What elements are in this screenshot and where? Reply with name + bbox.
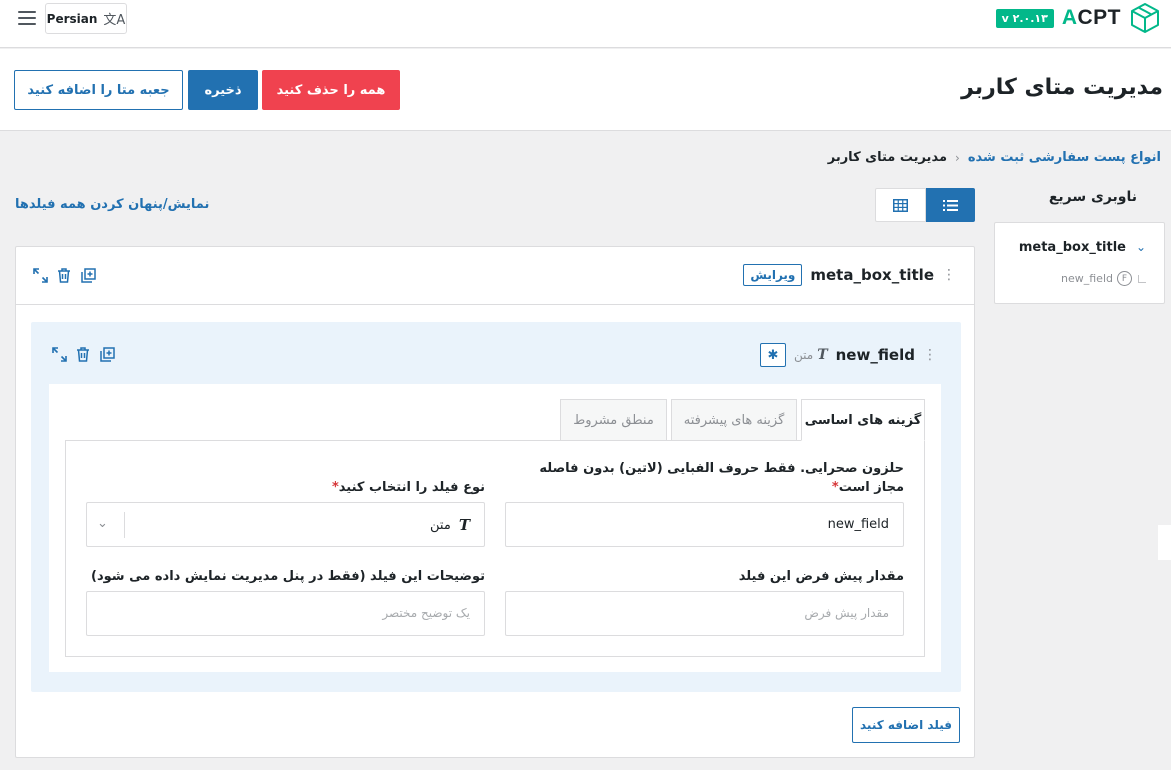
field-type-label: متن [794, 348, 814, 362]
table-grid-icon [893, 198, 908, 212]
trash-icon[interactable] [56, 267, 72, 283]
meta-box-title-row: ⋮ meta_box_title ویرایش [743, 264, 956, 286]
quick-nav-field-link[interactable]: new_field F [1061, 271, 1146, 286]
field-actions [51, 346, 115, 362]
show-hide-all-fields-link[interactable]: نمایش/پنهان کردن همه فیلدها [15, 197, 209, 212]
field-card: ⋮ new_field T متن ✱ گزینه های اساسی گزین… [31, 322, 961, 692]
basic-options-panel: حلزون صحرایی. فقط حروف الفبایی (لاتین) ب… [65, 440, 925, 657]
field-title: new_field [835, 346, 915, 364]
add-field-button[interactable]: فیلد اضافه کنید [852, 707, 960, 743]
field-type-select-value: T متن [430, 516, 470, 534]
default-value-label: مقدار پیش فرض این فیلد [738, 569, 904, 584]
delete-all-button[interactable]: همه را حذف کنید [262, 70, 400, 110]
breadcrumb-current: مدیریت متای کاربر [827, 150, 948, 165]
hamburger-menu-icon[interactable] [18, 11, 36, 25]
drag-handle-icon[interactable]: ⋮ [942, 267, 956, 283]
field-description-label: توضیحات این فیلد (فقط در پنل مدیریت نمای… [91, 569, 485, 584]
meta-box-card: ⋮ meta_box_title ویرایش ⋮ new_field T مت… [15, 246, 975, 758]
required-toggle-button[interactable]: ✱ [760, 343, 786, 367]
expand-icon[interactable] [32, 267, 48, 283]
page-header: مدیریت متای کاربر جعبه متا را اضافه کنید… [0, 49, 1171, 131]
quick-nav-meta-box-link[interactable]: meta_box_title [1019, 240, 1126, 255]
tab-conditional-logic[interactable]: منطق مشروط [560, 399, 667, 441]
save-button[interactable]: ذخیره [188, 70, 258, 110]
meta-box-header: ⋮ meta_box_title ویرایش [16, 247, 974, 305]
breadcrumb-link-post-types[interactable]: انواع پست سفارشی ثبت شده [968, 150, 1161, 165]
page-title: مدیریت متای کاربر [961, 75, 1163, 100]
list-icon [943, 199, 958, 211]
trash-icon[interactable] [75, 346, 91, 362]
drag-handle-icon[interactable]: ⋮ [923, 347, 937, 363]
field-type-select[interactable]: T متن ⌄ [86, 502, 485, 547]
field-title-row: ⋮ new_field T متن ✱ [760, 343, 937, 367]
chevron-down-icon[interactable]: ⌄ [1136, 240, 1146, 254]
quick-nav-title: ناوبری سریع [1048, 189, 1137, 205]
acpt-cube-logo-icon [1131, 3, 1159, 33]
version-badge: ۲.۰.۱۳ v [995, 8, 1054, 28]
field-name-input[interactable] [505, 502, 904, 547]
language-label: Persian [46, 11, 98, 26]
expand-icon[interactable] [51, 346, 67, 362]
field-name-label: حلزون صحرایی. فقط حروف الفبایی (لاتین) ب… [539, 461, 904, 495]
top-bar: Persian 文A ۲.۰.۱۳ v ACPT [0, 0, 1171, 48]
quick-nav-field-name: new_field [1061, 272, 1113, 285]
chevron-down-icon: ⌄ [97, 516, 108, 531]
breadcrumb-separator-icon: ‹ [955, 150, 960, 165]
field-settings-panel: گزینه های اساسی گزینه های پیشرفته منطق م… [49, 384, 941, 672]
tree-elbow-icon [1138, 274, 1146, 283]
field-description-input[interactable] [86, 591, 485, 636]
select-separator [124, 512, 125, 538]
default-value-input[interactable] [505, 591, 904, 636]
field-type-select-label: نوع فیلد را انتخاب کنید* [331, 480, 485, 495]
add-meta-box-button[interactable]: جعبه متا را اضافه کنید [14, 70, 183, 110]
duplicate-icon[interactable] [80, 267, 96, 283]
translate-icon: 文A [103, 13, 126, 28]
tab-advanced-options[interactable]: گزینه های پیشرفته [671, 399, 797, 441]
duplicate-icon[interactable] [99, 346, 115, 362]
edit-meta-box-button[interactable]: ویرایش [743, 264, 803, 286]
breadcrumb: انواع پست سفارشی ثبت شده ‹ مدیریت متای ک… [828, 150, 1161, 165]
tab-basic-options[interactable]: گزینه های اساسی [801, 399, 925, 441]
meta-box-actions [32, 267, 96, 283]
field-badge-icon: F [1117, 271, 1132, 286]
grid-view-button[interactable] [875, 188, 926, 222]
side-edge-tab [1158, 525, 1171, 560]
quick-nav-box: ⌄ meta_box_title new_field F [994, 222, 1165, 304]
meta-box-title: meta_box_title [810, 266, 934, 284]
list-view-button[interactable] [926, 188, 975, 222]
text-type-icon: T [458, 516, 470, 534]
language-switcher[interactable]: Persian 文A [45, 3, 127, 34]
text-type-icon: T [817, 347, 828, 363]
view-toggle [875, 188, 975, 222]
brand: ۲.۰.۱۳ v ACPT [995, 2, 1161, 34]
logo-text: ACPT [1061, 6, 1121, 29]
field-type-indicator: T متن [794, 347, 828, 363]
